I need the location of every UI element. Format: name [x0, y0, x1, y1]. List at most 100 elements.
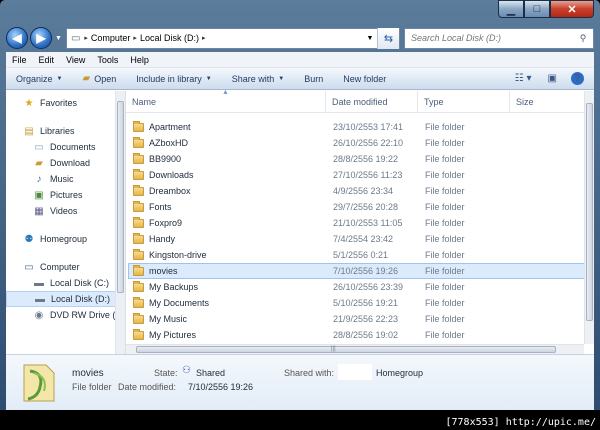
nav-favorites-label: Favorites	[40, 98, 78, 108]
column-size[interactable]: Size	[510, 91, 594, 113]
column-name[interactable]: ▲ Name	[126, 89, 326, 113]
file-name-cell: AZboxHD	[129, 136, 327, 148]
column-type[interactable]: Type	[418, 90, 510, 113]
videos-icon: ▦	[34, 205, 44, 217]
file-row[interactable]: My Documents 5/10/2556 19:21 File folder	[128, 295, 592, 311]
maximize-button[interactable]: □	[524, 0, 550, 18]
nav-favorites[interactable]: ★ Favorites	[6, 95, 125, 111]
nav-music[interactable]: ♪ Music	[6, 171, 125, 187]
nav-local-disk-c[interactable]: ▬ Local Disk (C:)	[6, 275, 125, 291]
nav-libraries-label: Libraries	[40, 126, 75, 136]
music-icon: ♪	[36, 173, 42, 185]
file-name-cell: My Backups	[129, 280, 327, 292]
address-bar[interactable]: ▭ ▸ Computer ▸ Local Disk (D:) ▸ ▼ ⇆	[65, 27, 400, 49]
file-row[interactable]: movies 7/10/2556 19:26 File folder	[128, 263, 592, 279]
organize-button[interactable]: Organize ▼	[16, 74, 62, 84]
nav-local-disk-d[interactable]: ▬ Local Disk (D:)	[6, 291, 125, 307]
breadcrumb-local-disk-d[interactable]: Local Disk (D:)	[140, 33, 199, 43]
breadcrumb-separator-icon[interactable]: ▸	[133, 34, 137, 42]
folder-icon	[133, 264, 144, 276]
nav-pictures[interactable]: ▣ Pictures	[6, 187, 125, 203]
close-button[interactable]: ✕	[550, 0, 594, 18]
details-shared-with-box	[338, 364, 372, 380]
file-name-cell: Kingston-drive	[129, 248, 327, 260]
search-icon[interactable]: ⚲	[573, 33, 593, 44]
vertical-scrollbar-thumb[interactable]	[586, 103, 593, 321]
file-row[interactable]: Downloads 27/10/2556 11:23 File folder	[128, 167, 592, 183]
file-date: 7/10/2556 19:26	[333, 266, 399, 276]
file-type: File folder	[425, 314, 465, 324]
file-date: 5/1/2556 0:21	[333, 250, 389, 260]
horizontal-scrollbar-thumb[interactable]	[136, 346, 556, 353]
breadcrumb-separator-icon[interactable]: ▸	[84, 34, 88, 42]
nav-homegroup-label: Homegroup	[40, 234, 88, 244]
nav-homegroup[interactable]: ⚉ Homegroup	[6, 231, 125, 247]
back-button[interactable]: ◀	[6, 27, 28, 49]
address-row: ◀ ▶ ▼ ▭ ▸ Computer ▸ Local Disk (D:) ▸ ▼…	[6, 24, 594, 52]
preview-pane-icon[interactable]: ▣	[548, 73, 557, 84]
folder-icon	[133, 280, 144, 292]
nav-scrollbar[interactable]	[115, 91, 125, 354]
search-input[interactable]	[411, 33, 573, 43]
nav-videos[interactable]: ▦ Videos	[6, 203, 125, 219]
menu-view[interactable]: View	[66, 55, 85, 65]
breadcrumb-computer[interactable]: Computer	[91, 33, 131, 43]
file-row[interactable]: Handy 7/4/2554 23:42 File folder	[128, 231, 592, 247]
menu-file[interactable]: File	[12, 55, 27, 65]
file-row[interactable]: Apartment 23/10/2553 17:41 File folder	[128, 119, 592, 135]
file-name-cell: Dreambox	[129, 184, 327, 196]
details-state-value: Shared	[196, 368, 226, 378]
file-rows: Apartment 23/10/2553 17:41 File folder AZbo…	[126, 113, 594, 343]
nav-documents[interactable]: ▭ Documents	[6, 139, 125, 155]
file-row[interactable]: AZboxHD 26/10/2556 22:10 File folder	[128, 135, 592, 151]
nav-scrollbar-thumb[interactable]	[117, 101, 124, 293]
nav-dvd-drive[interactable]: ◉ DVD RW Drive (E	[6, 307, 125, 323]
file-name: movies	[149, 266, 178, 276]
include-in-library-button[interactable]: Include in library ▼	[136, 74, 211, 84]
minimize-button[interactable]: ▁	[498, 0, 524, 18]
file-row[interactable]: My Pictures 28/8/2556 19:02 File folder	[128, 327, 592, 343]
caption-buttons: ▁ □ ✕	[498, 0, 594, 18]
file-row[interactable]: My Music 21/9/2556 22:23 File folder	[128, 311, 592, 327]
breadcrumb-separator-icon[interactable]: ▸	[202, 34, 206, 42]
vertical-scrollbar[interactable]	[584, 91, 594, 344]
nav-computer[interactable]: ▭ Computer	[6, 259, 125, 275]
menu-help[interactable]: Help	[130, 55, 149, 65]
file-row[interactable]: My Backups 26/10/2556 23:39 File folder	[128, 279, 592, 295]
file-row[interactable]: Fonts 29/7/2556 20:28 File folder	[128, 199, 592, 215]
nav-libraries[interactable]: ▤ Libraries	[6, 123, 125, 139]
folder-icon: ▰	[35, 157, 43, 169]
forward-button[interactable]: ▶	[30, 27, 52, 49]
address-dropdown-icon[interactable]: ▼	[363, 35, 377, 42]
file-row[interactable]: Foxpro9 21/10/2553 11:05 File folder	[128, 215, 592, 231]
details-kind: File folder	[72, 382, 112, 392]
nav-local-disk-c-label: Local Disk (C:)	[50, 278, 110, 288]
computer-icon: ▭	[24, 261, 34, 273]
folder-icon	[133, 248, 144, 260]
details-pane: movies File folder Date modified: 7/10/2…	[6, 354, 594, 410]
search-box[interactable]: ⚲	[404, 27, 594, 49]
open-button[interactable]: ▰ Open	[82, 73, 116, 84]
file-date: 21/10/2553 11:05	[333, 218, 403, 228]
burn-label: Burn	[304, 73, 324, 84]
menu-tools[interactable]: Tools	[97, 55, 118, 65]
file-row[interactable]: Dreambox 4/9/2556 23:34 File folder	[128, 183, 592, 199]
column-date-modified[interactable]: Date modified	[326, 90, 418, 113]
file-type: File folder	[425, 330, 465, 340]
file-date: 28/8/2556 19:02	[333, 330, 399, 340]
nav-videos-label: Videos	[50, 206, 78, 216]
recent-pages-dropdown-icon[interactable]: ▼	[55, 35, 62, 42]
horizontal-scrollbar[interactable]: |||	[126, 344, 584, 354]
file-row[interactable]: BB9900 28/8/2556 19:22 File folder	[128, 151, 592, 167]
file-row[interactable]: Kingston-drive 5/1/2556 0:21 File folder	[128, 247, 592, 263]
new-folder-button[interactable]: New folder	[343, 74, 386, 84]
nav-download[interactable]: ▰ Download	[6, 155, 125, 171]
view-options-icon[interactable]: ☷ ▾	[515, 73, 532, 84]
burn-button[interactable]: Burn	[304, 74, 323, 84]
refresh-button[interactable]: ⇆	[377, 27, 399, 49]
file-name: My Documents	[149, 298, 210, 308]
help-button[interactable]: ?	[571, 72, 584, 85]
share-label: Share with	[231, 73, 275, 84]
share-with-button[interactable]: Share with ▼	[232, 74, 284, 84]
menu-edit[interactable]: Edit	[39, 55, 55, 65]
